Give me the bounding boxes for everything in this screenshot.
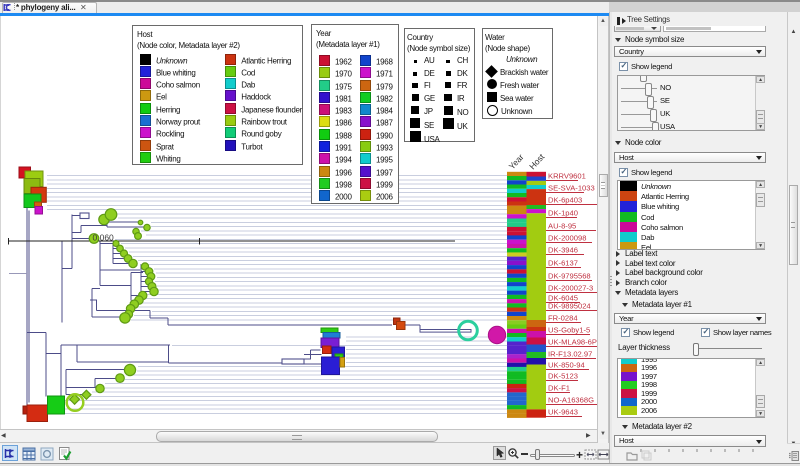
- svg-text:DK-6p403: DK-6p403: [548, 195, 582, 204]
- svg-text:FR-0284: FR-0284: [548, 313, 578, 322]
- svg-text:Year: Year: [507, 151, 526, 171]
- svg-text:AU-8-95: AU-8-95: [548, 221, 576, 230]
- svg-text:Host: Host: [527, 151, 547, 171]
- svg-text:US-Goby1-5: US-Goby1-5: [548, 325, 590, 334]
- svg-text:DK-200098: DK-200098: [548, 233, 586, 242]
- svg-text:UK-9643: UK-9643: [548, 407, 578, 416]
- svg-text:IR-F13.02.97: IR-F13.02.97: [548, 349, 592, 358]
- svg-text:DK-6137: DK-6137: [548, 258, 578, 267]
- svg-text:KRRV9601: KRRV9601: [548, 171, 586, 180]
- svg-text:0.060: 0.060: [93, 232, 115, 242]
- svg-text:DK-5123: DK-5123: [548, 371, 578, 380]
- svg-text:DK-200027-3: DK-200027-3: [548, 283, 593, 292]
- svg-text:DK-3946: DK-3946: [548, 245, 578, 254]
- svg-text:UK-MLA98-6PT: UK-MLA98-6PT: [548, 337, 597, 346]
- svg-text:NO-A16368G: NO-A16368G: [548, 395, 594, 404]
- svg-text:DK-9895024: DK-9895024: [548, 301, 591, 310]
- svg-text:SE-SVA-1033: SE-SVA-1033: [548, 183, 595, 192]
- svg-text:DK-1p40: DK-1p40: [548, 208, 578, 217]
- svg-text:DK-F1: DK-F1: [548, 383, 570, 392]
- svg-text:UK-850-94: UK-850-94: [548, 360, 585, 369]
- svg-text:DK-9795568: DK-9795568: [548, 271, 591, 280]
